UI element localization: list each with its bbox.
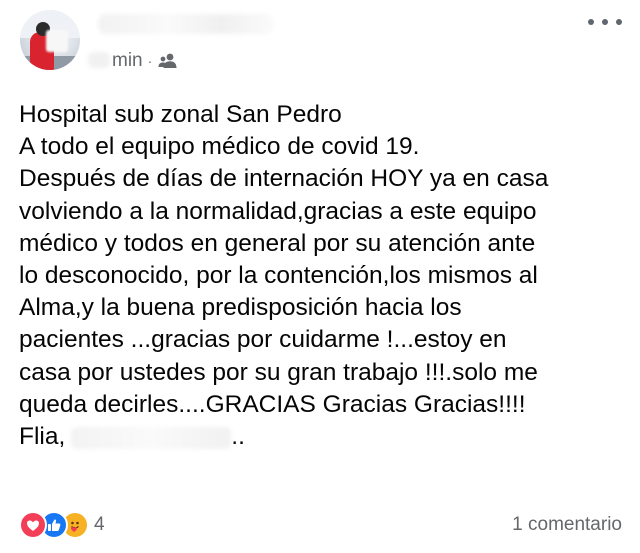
meta-separator: · [147,53,153,69]
more-dot [616,19,622,25]
author-name-redacted[interactable] [98,14,274,34]
love-reaction-icon [19,511,47,539]
post-body-line: médico y todos en general por su atenció… [19,229,536,257]
comments-count-link[interactable]: 1 comentario [512,514,622,536]
post-meta: min · [112,50,178,72]
reaction-count: 4 [94,514,105,535]
post-body-line: volviendo a la normalidad,gracias a este… [19,197,537,225]
friends-icon[interactable] [158,52,178,70]
post-body-line: queda decirles....GRACIAS Gracias Gracia… [19,390,526,418]
more-dot [588,19,594,25]
post-body-line: Hospital sub zonal San Pedro [19,101,342,128]
post-body-line: Después de días de internación HOY ya en… [19,165,549,193]
reactions-summary[interactable]: 4 [19,511,105,539]
timestamp-number-redacted [88,52,110,68]
avatar[interactable] [20,10,80,70]
timestamp-text[interactable]: min [112,50,143,72]
post-body-line: pacientes ...gracias por cuidarme !...es… [19,326,507,354]
post-body-line: Alma,y la buena predisposición hacia los [19,294,462,322]
avatar-redaction [46,30,68,52]
post-body: Hospital sub zonal San Pedro A todo el e… [19,99,624,453]
signature-prefix: Flia, [19,423,66,451]
post-body-line: A todo el equipo médico de covid 19. [19,133,420,161]
signature-suffix: .. [231,423,245,451]
signature-name-redacted [71,426,232,449]
post-body-line: lo desconocido, por la contención,los mi… [19,262,538,290]
more-dot [602,19,608,25]
facebook-post: min · Hospital sub zonal San Pedro A tod… [0,0,640,553]
more-options-icon[interactable] [588,12,622,32]
signature-line: Flia,.. [19,421,624,453]
post-body-line: casa por ustedes por su gran trabajo !!!… [19,358,538,386]
